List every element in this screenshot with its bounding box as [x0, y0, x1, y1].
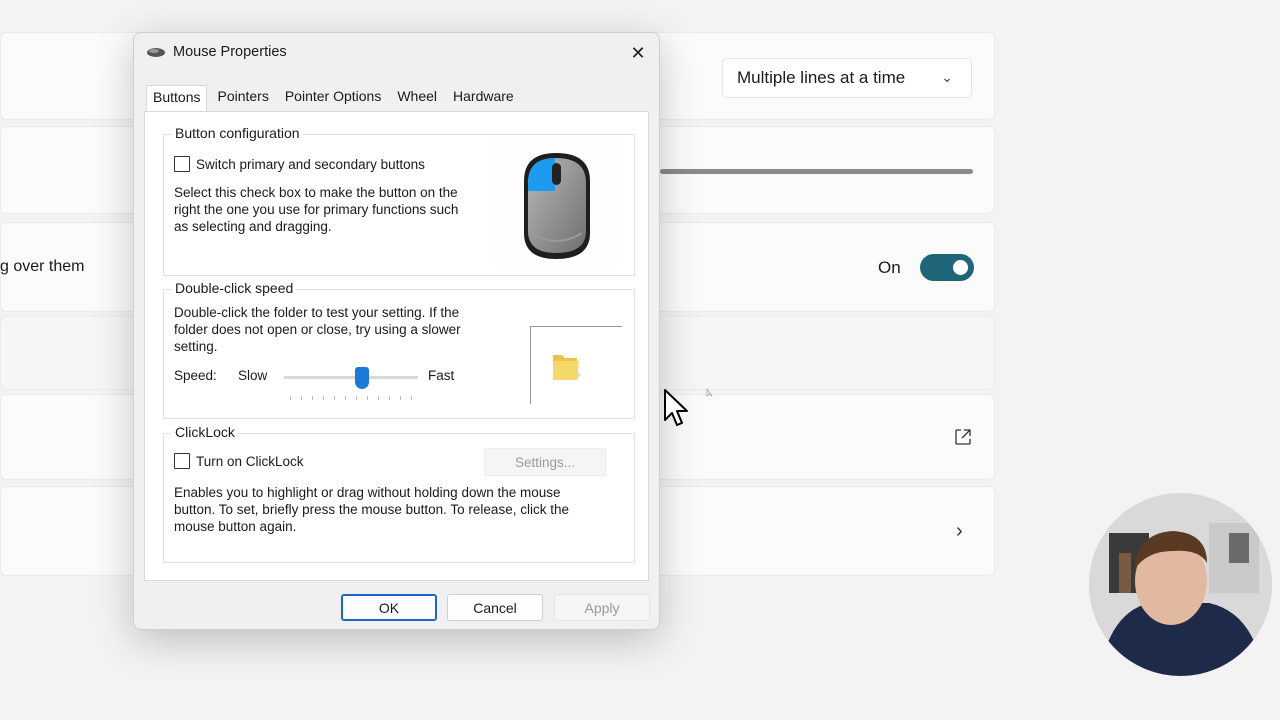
button-config-description-line: as selecting and dragging.	[174, 219, 332, 234]
clicklock-description: Enables you to highlight or drag without…	[174, 484, 569, 535]
mouse-properties-dialog: Mouse Properties ✕ Buttons Pointers Poin…	[133, 32, 660, 630]
double-click-speed-group: Double-click speed Double-click the fold…	[163, 280, 635, 419]
clicklock-group: ClickLock Turn on ClickLock Settings... …	[163, 424, 635, 563]
slow-label: Slow	[238, 368, 268, 383]
scroll-lines-slider[interactable]	[660, 169, 973, 174]
clicklock-checkbox[interactable]	[174, 453, 190, 469]
mouse-illustration-icon	[494, 141, 620, 265]
cancel-button[interactable]: Cancel	[447, 594, 543, 621]
switch-buttons-row[interactable]: Switch primary and secondary buttons	[174, 156, 425, 172]
apply-button[interactable]: Apply	[554, 594, 650, 621]
presenter-avatar	[1089, 493, 1272, 676]
small-cursor-icon	[706, 388, 713, 397]
slider-ticks	[290, 396, 414, 400]
double-click-description-line: setting.	[174, 339, 218, 354]
switch-buttons-checkbox[interactable]	[174, 156, 190, 172]
tab-hardware[interactable]: Hardware	[447, 85, 520, 111]
webcam-overlay	[1089, 493, 1272, 676]
open-external-icon[interactable]	[954, 428, 972, 446]
double-click-description: Double-click the folder to test your set…	[174, 304, 461, 355]
double-click-speed-slider[interactable]	[284, 376, 418, 379]
button-config-description: Select this check box to make the button…	[174, 184, 458, 235]
double-click-speed-row: Speed: Slow Fast	[174, 367, 474, 400]
inactive-scroll-toggle[interactable]	[920, 254, 974, 281]
clicklock-description-line: mouse button again.	[174, 519, 297, 534]
buttons-tab-panel: Button configuration Switch primary and …	[144, 111, 649, 581]
mouse-cursor-icon	[664, 389, 688, 426]
double-click-speed-title: Double-click speed	[172, 280, 297, 296]
tab-strip: Buttons Pointers Pointer Options Wheel H…	[146, 85, 524, 111]
button-config-description-line: right the one you use for primary functi…	[174, 202, 459, 217]
chevron-right-icon[interactable]: ›	[956, 520, 963, 543]
clicklock-title: ClickLock	[172, 424, 238, 440]
speed-label: Speed:	[174, 368, 217, 383]
clicklock-description-line: Enables you to highlight or drag without…	[174, 485, 561, 500]
scroll-lines-dropdown[interactable]: Multiple lines at a time ⌄	[722, 58, 972, 98]
tab-pointer-options[interactable]: Pointer Options	[279, 85, 388, 111]
clicklock-label: Turn on ClickLock	[196, 453, 304, 469]
chevron-down-icon: ⌄	[941, 69, 953, 85]
ok-button[interactable]: OK	[341, 594, 437, 621]
double-click-speed-slider-thumb[interactable]	[354, 367, 369, 389]
tab-wheel[interactable]: Wheel	[391, 85, 443, 111]
double-click-test-area[interactable]	[530, 326, 622, 404]
toggle-state-label: On	[878, 258, 901, 277]
close-icon[interactable]: ✕	[627, 42, 649, 64]
scroll-lines-dropdown-value: Multiple lines at a time	[737, 68, 906, 87]
folder-icon[interactable]	[550, 349, 582, 383]
dialog-title: Mouse Properties	[173, 44, 287, 60]
inactive-scroll-label: g over them	[0, 258, 85, 275]
dialog-titlebar[interactable]: Mouse Properties ✕	[134, 33, 659, 73]
clicklock-description-line: button. To set, briefly press the mouse …	[174, 502, 569, 517]
fast-label: Fast	[428, 368, 455, 383]
tab-buttons[interactable]: Buttons	[146, 85, 208, 111]
mouse-app-icon	[147, 48, 165, 57]
double-click-description-line: folder does not open or close, try using…	[174, 322, 461, 337]
switch-buttons-label: Switch primary and secondary buttons	[196, 156, 425, 172]
clicklock-row[interactable]: Turn on ClickLock	[174, 453, 304, 469]
clicklock-settings-button[interactable]: Settings...	[484, 448, 606, 476]
button-configuration-group: Button configuration Switch primary and …	[163, 125, 635, 276]
double-click-description-line: Double-click the folder to test your set…	[174, 305, 460, 320]
button-config-description-line: Select this check box to make the button…	[174, 185, 458, 200]
tab-pointers[interactable]: Pointers	[211, 85, 274, 111]
button-configuration-title: Button configuration	[172, 125, 303, 141]
